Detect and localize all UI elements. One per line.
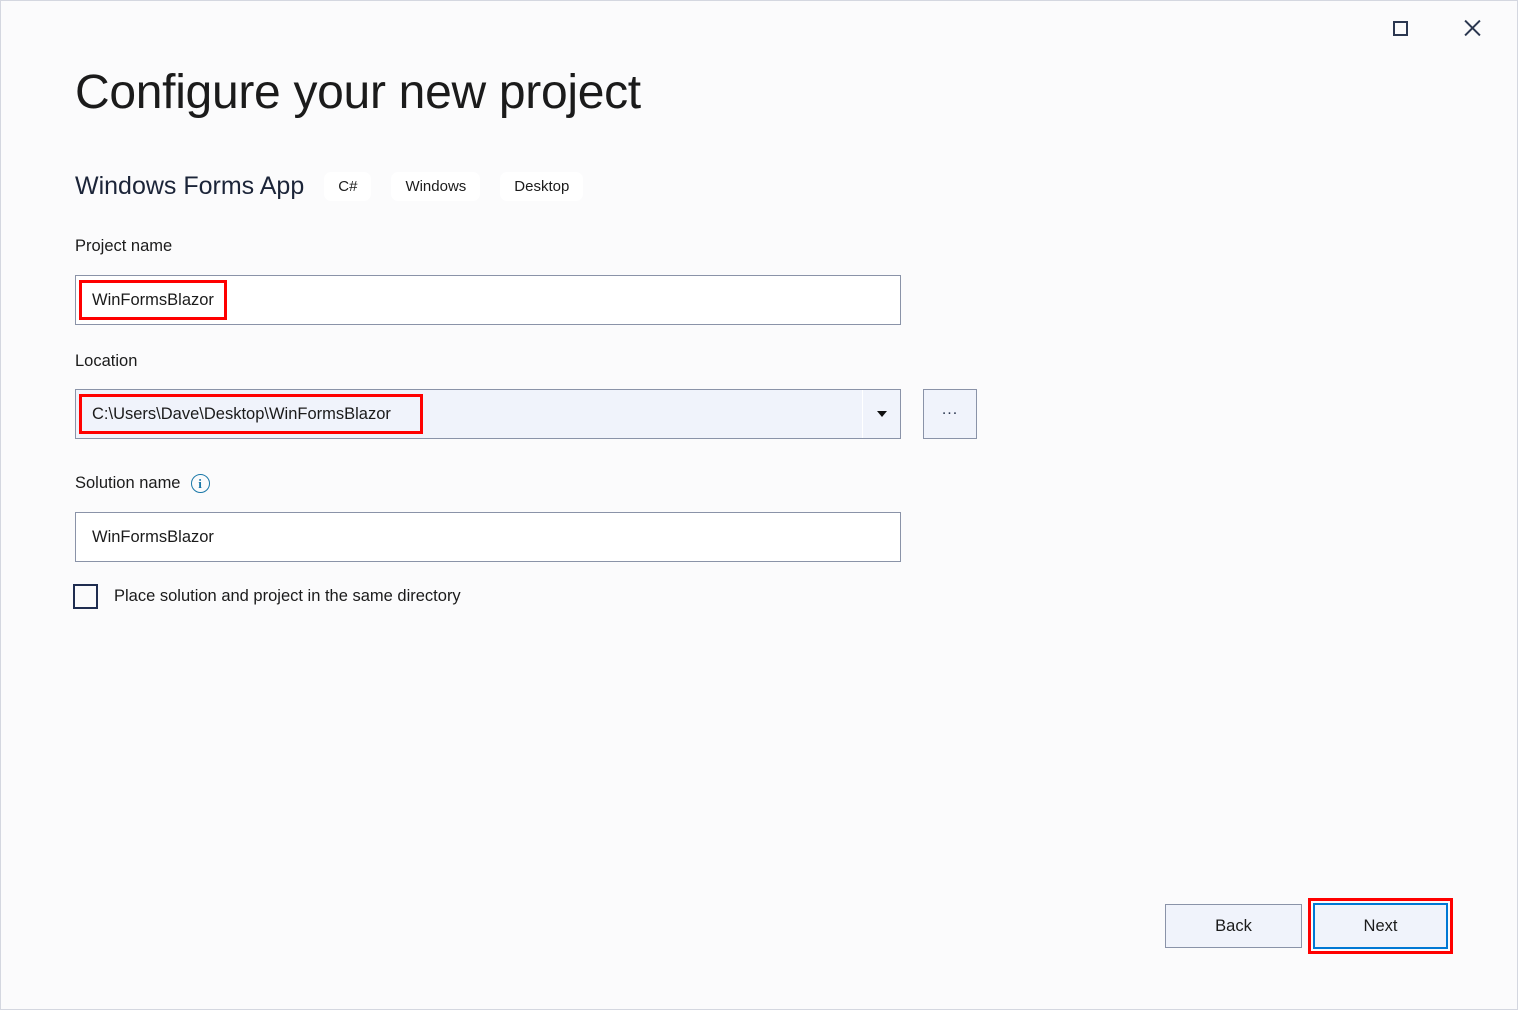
maximize-button[interactable] xyxy=(1377,5,1423,51)
configure-project-dialog: Configure your new project Windows Forms… xyxy=(0,0,1518,1010)
place-solution-same-directory-row[interactable]: Place solution and project in the same d… xyxy=(73,584,461,609)
info-icon[interactable]: i xyxy=(191,474,210,493)
maximize-icon xyxy=(1393,21,1408,36)
tag-platform: Windows xyxy=(391,172,480,201)
chevron-down-icon xyxy=(877,411,887,417)
location-value[interactable]: C:\Users\Dave\Desktop\WinFormsBlazor xyxy=(76,405,862,424)
place-solution-same-directory-label: Place solution and project in the same d… xyxy=(114,587,461,606)
template-summary: Windows Forms App C# Windows Desktop xyxy=(75,167,583,205)
tag-language: C# xyxy=(324,172,371,201)
tag-project-type: Desktop xyxy=(500,172,583,201)
template-name: Windows Forms App xyxy=(75,172,304,201)
solution-name-label: Solution name xyxy=(75,474,181,493)
project-name-input[interactable]: WinFormsBlazor xyxy=(75,275,901,325)
project-name-label: Project name xyxy=(75,237,172,256)
location-combobox[interactable]: C:\Users\Dave\Desktop\WinFormsBlazor xyxy=(75,389,901,439)
browse-location-button[interactable]: ... xyxy=(923,389,977,439)
solution-name-label-group: Solution name i xyxy=(75,474,210,493)
next-button-annotation xyxy=(1308,898,1453,954)
close-icon xyxy=(1462,18,1482,38)
back-button[interactable]: Back xyxy=(1165,904,1302,948)
solution-name-input[interactable]: WinFormsBlazor xyxy=(75,512,901,562)
location-dropdown-button[interactable] xyxy=(862,390,900,438)
title-bar xyxy=(1,1,1517,59)
page-title: Configure your new project xyxy=(75,65,641,120)
place-solution-same-directory-checkbox[interactable] xyxy=(73,584,98,609)
close-button[interactable] xyxy=(1449,5,1495,51)
location-label: Location xyxy=(75,352,137,371)
